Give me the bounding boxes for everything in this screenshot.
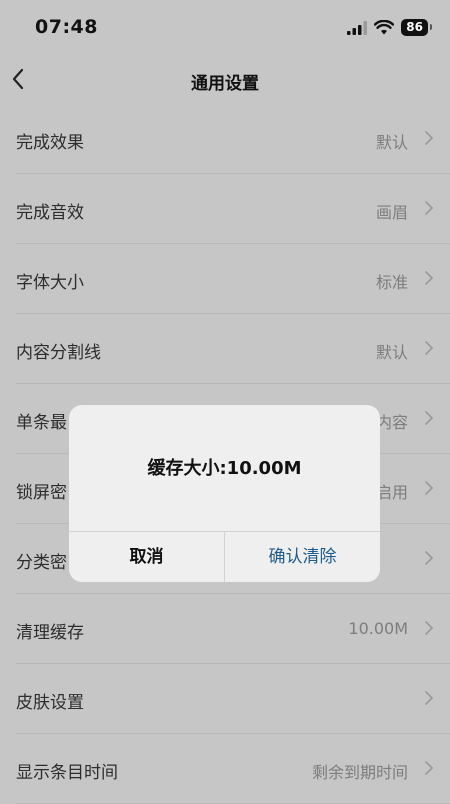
dialog-buttons: 取消 确认清除 — [69, 531, 380, 582]
confirm-clear-button[interactable]: 确认清除 — [225, 532, 380, 582]
cancel-button[interactable]: 取消 — [69, 532, 225, 582]
modal-overlay[interactable]: 缓存大小:10.00M 取消 确认清除 — [0, 0, 450, 778]
dialog-message: 缓存大小:10.00M — [147, 458, 302, 479]
clear-cache-dialog: 缓存大小:10.00M 取消 确认清除 — [69, 405, 380, 582]
